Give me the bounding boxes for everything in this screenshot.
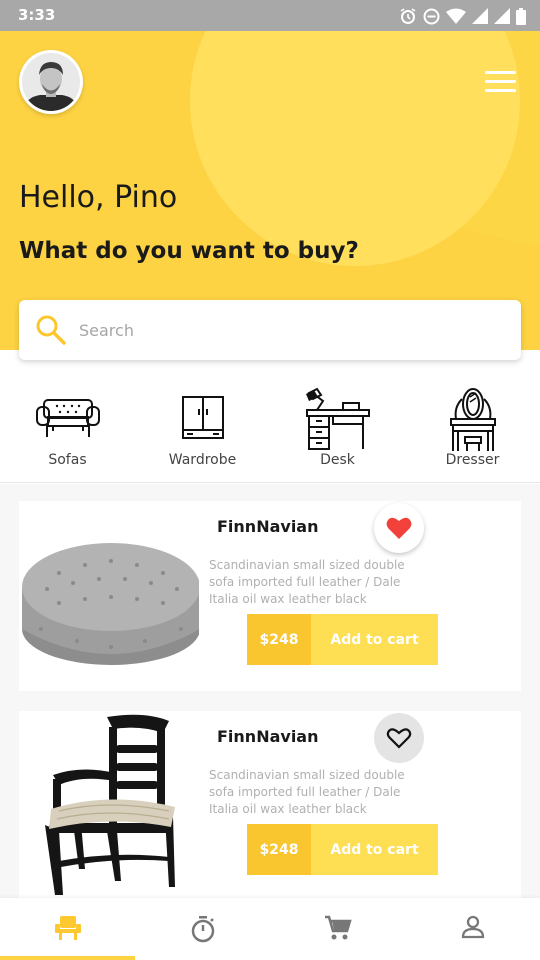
tufted-ottoman-image <box>22 543 199 665</box>
search-icon <box>36 315 66 345</box>
nav-item-timer[interactable] <box>135 898 270 960</box>
profile-icon <box>461 915 484 939</box>
category-bar: Sofas Wardrobe Desk Dresser <box>0 385 540 483</box>
timer-icon <box>191 916 214 943</box>
status-bar: 3:33 <box>0 0 540 31</box>
signal-icon <box>494 8 510 24</box>
avatar[interactable] <box>19 50 83 114</box>
favorite-button[interactable] <box>374 713 424 763</box>
product-card[interactable]: FinnNavian Scandinavian small sized doub… <box>19 711 521 898</box>
signal-icon <box>472 8 488 24</box>
product-description: Scandinavian small sized double sofa imp… <box>209 768 405 816</box>
nav-item-cart[interactable] <box>270 898 405 960</box>
sofa-icon <box>35 399 100 437</box>
category-label: Desk <box>320 452 355 468</box>
menu-icon-bar <box>485 71 516 74</box>
add-to-cart-button[interactable]: Add to cart <box>311 824 438 875</box>
product-list[interactable]: FinnNavian Scandinavian small sized doub… <box>0 484 540 898</box>
header-decoration <box>190 31 520 266</box>
search-input[interactable] <box>79 314 499 346</box>
heart-filled-icon <box>386 517 412 539</box>
favorite-button[interactable] <box>374 503 424 553</box>
dresser-icon <box>449 388 496 451</box>
wooden-armchair-image <box>45 714 175 895</box>
category-sofas[interactable]: Sofas <box>0 385 135 481</box>
category-label: Wardrobe <box>168 452 237 468</box>
nav-item-furniture[interactable] <box>0 898 135 960</box>
cart-icon <box>324 915 352 940</box>
price-tag: $248 <box>247 614 311 665</box>
product-card[interactable]: FinnNavian Scandinavian small sized doub… <box>19 501 521 691</box>
category-wardrobe[interactable]: Wardrobe <box>135 385 270 481</box>
category-label: Dresser <box>445 452 500 468</box>
battery-icon <box>516 7 526 25</box>
desk-icon <box>305 387 370 450</box>
do-not-disturb-icon <box>423 8 440 24</box>
price-tag: $248 <box>247 824 311 875</box>
wardrobe-icon <box>181 396 224 439</box>
chair-icon <box>54 916 81 940</box>
category-dresser[interactable]: Dresser <box>405 385 540 481</box>
menu-icon-bar <box>485 80 516 83</box>
product-description: Scandinavian small sized double sofa imp… <box>209 558 405 606</box>
wifi-icon <box>446 8 466 24</box>
product-title: FinnNavian <box>217 517 319 536</box>
category-label: Sofas <box>48 452 87 468</box>
status-time: 3:33 <box>18 6 56 24</box>
greeting: Hello, Pino <box>19 180 178 215</box>
search-bar[interactable] <box>19 300 521 360</box>
alarm-icon <box>400 8 416 24</box>
page-subtitle: What do you want to buy? <box>19 238 359 264</box>
status-icons <box>399 7 526 25</box>
menu-button[interactable] <box>485 71 516 93</box>
add-to-cart-button[interactable]: Add to cart <box>311 614 438 665</box>
nav-item-profile[interactable] <box>405 898 540 960</box>
menu-icon-bar <box>485 89 516 92</box>
category-desk[interactable]: Desk <box>270 385 405 481</box>
bottom-nav <box>0 898 540 960</box>
product-title: FinnNavian <box>217 727 319 746</box>
heart-outline-icon <box>386 728 412 749</box>
